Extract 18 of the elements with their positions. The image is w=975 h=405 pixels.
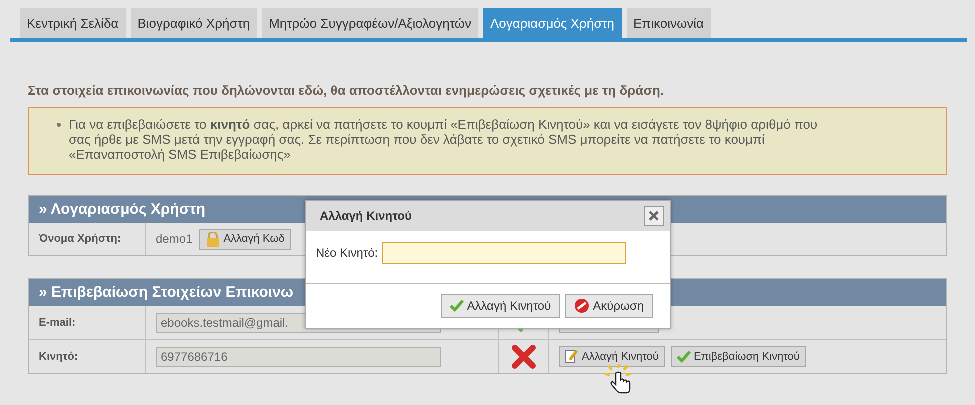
- field-label: Κινητό:: [29, 340, 146, 373]
- intro-text: Στα στοιχεία επικοινωνίας που δηλώνονται εδώ, θα αποστέλλονται ενημερώσεις σχετικές με τη δράση.: [28, 83, 666, 98]
- action-button[interactable]: Επιβεβαίωση Κινητού: [670, 346, 806, 367]
- notice-text: Για να επιβεβαιώσετε το κινητό σας, αρκεί να πατήσετε το κουμπί «Επιβεβαίωση Κινητού» και να εισάγετε τον 8ψήφιο αριθμό που σας ήρθε με SMS μετά την εγγραφή σας. Σε περίπτωση που δεν λάβατε το σχετικό SMS μπορείτε να πατήσετε το κουμπί «Επαναποστολή SMS Επιβεβαίωσης»: [69, 117, 819, 162]
- dialog-button[interactable]: Ακύρωση: [565, 294, 653, 318]
- dialog-button[interactable]: Αλλαγή Κινητού: [441, 294, 560, 318]
- nav-tab[interactable]: Λογαριασμός Χρήστη: [483, 8, 622, 38]
- nav-tab[interactable]: Κεντρική Σελίδα: [20, 8, 126, 38]
- field-label: Νέο Κινητό:: [316, 246, 378, 260]
- readonly-field[interactable]: 6977686716: [156, 346, 441, 366]
- field-label: Όνομα Χρήστη:: [29, 223, 146, 255]
- change-password-button[interactable]: Αλλαγή Κωδ: [198, 228, 291, 250]
- nav-tab[interactable]: Επικοινωνία: [626, 8, 712, 38]
- dialog-title: Αλλαγή Κινητού: [320, 209, 412, 223]
- nav-tab[interactable]: Βιογραφικό Χρήστη: [130, 8, 258, 38]
- username-value: demo1: [156, 232, 193, 246]
- nav-tab[interactable]: Μητρώο Συγγραφέων/Αξιολογητών: [262, 8, 478, 38]
- action-button[interactable]: Αλλαγή Κινητού: [559, 346, 665, 367]
